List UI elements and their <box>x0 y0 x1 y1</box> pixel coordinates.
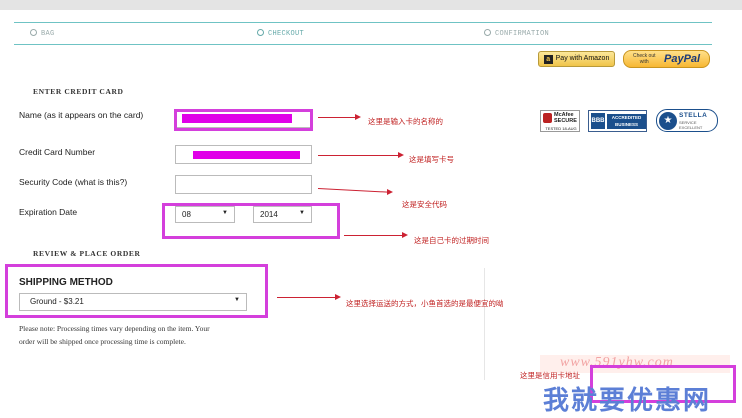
expiration-month-value: 08 <box>182 210 191 219</box>
card-number-redaction <box>193 151 300 159</box>
shipping-arrow-icon <box>335 294 341 300</box>
mcafee-secure-text: SECURE <box>554 118 577 124</box>
review-heading: REVIEW & PLACE ORDER <box>33 249 141 258</box>
credit-card-heading: ENTER CREDIT CARD <box>33 87 124 96</box>
mcafee-date: TESTED 18-AUG <box>545 126 577 131</box>
name-label: Name (as it appears on the card) <box>19 110 144 120</box>
processing-note: Please note: Processing times vary depen… <box>19 322 279 348</box>
shipping-method-title: SHIPPING METHOD <box>19 277 113 288</box>
step-checkout-icon <box>257 29 264 36</box>
name-arrow-line <box>318 117 355 118</box>
step-checkout[interactable]: CHECKOUT <box>257 29 304 38</box>
step-confirmation-icon <box>484 29 491 36</box>
chevron-down-icon: ▼ <box>222 210 228 216</box>
card-number-label: Credit Card Number <box>19 147 96 157</box>
step-bag-icon <box>30 29 37 36</box>
step-confirmation-label: CONFIRMATION <box>495 30 550 38</box>
bbb-business-text: BUSINESS <box>614 122 638 127</box>
paypal-checkout-button[interactable]: Check out with PayPal <box>623 50 710 68</box>
name-redaction <box>182 114 292 123</box>
shipping-method-select[interactable]: Ground - $3.21 ▼ <box>19 293 247 311</box>
security-code-input[interactable] <box>175 175 312 194</box>
bbb-accredited-badge: BBB ACCREDITED BUSINESS <box>588 110 647 132</box>
step-checkout-label: CHECKOUT <box>268 30 305 38</box>
security-arrow-icon <box>387 189 393 195</box>
shipping-method-value: Ground - $3.21 <box>30 297 84 306</box>
security-code-label: Security Code (what is this?) <box>19 177 128 187</box>
name-arrow-icon <box>355 114 361 120</box>
security-arrow-line <box>317 188 388 193</box>
bbb-logo-icon: BBB <box>591 113 605 129</box>
stella-service-badge: ★ STELLA SERVICE EXCELLENT <box>656 109 718 132</box>
processing-note-line2: order will be shipped once processing ti… <box>19 337 186 346</box>
expiration-month-select[interactable]: 08 ▼ <box>175 206 235 223</box>
stella-name: STELLA <box>679 112 708 119</box>
steps-top-border <box>14 22 712 23</box>
chevron-down-icon: ▼ <box>234 297 240 303</box>
number-arrow-icon <box>398 152 404 158</box>
amazon-button-label: Pay with Amazon <box>555 55 610 62</box>
shipping-annotation: 这里选择运送的方式，小鱼首选的是最便宜的呦 <box>346 299 504 308</box>
stella-excellent-text: EXCELLENT <box>679 125 703 130</box>
step-bag-label: BAG <box>41 30 55 38</box>
expiration-arrow-line <box>344 235 402 236</box>
top-bar <box>0 0 742 10</box>
watermark-site: 我就要优惠网 <box>543 385 712 415</box>
star-icon: ★ <box>659 112 677 130</box>
paypal-with-text: with <box>639 59 649 65</box>
expiration-label: Expiration Date <box>19 207 78 217</box>
name-annotation: 这里是输入卡的名称的 <box>368 117 443 126</box>
number-arrow-line <box>318 155 398 156</box>
steps-bottom-border <box>14 44 712 45</box>
expiration-arrow-icon <box>402 232 408 238</box>
amazon-logo-icon: a <box>543 55 553 64</box>
step-confirmation[interactable]: CONFIRMATION <box>484 29 549 38</box>
expiration-annotation: 这是自己卡的过期时间 <box>414 236 489 245</box>
step-bag[interactable]: BAG <box>30 29 55 38</box>
paypal-logo: PayPal <box>664 53 701 65</box>
shipping-arrow-line <box>277 297 335 298</box>
number-annotation: 这是填写卡号 <box>409 155 454 164</box>
mcafee-secure-badge: McAfee SECURE TESTED 18-AUG <box>540 110 580 132</box>
bbb-accredited-text: ACCREDITED <box>611 115 642 120</box>
security-annotation: 这是安全代码 <box>402 200 447 209</box>
pay-with-amazon-button[interactable]: a Pay with Amazon <box>538 51 615 67</box>
mcafee-shield-icon <box>543 113 552 123</box>
expiration-year-select[interactable]: 2014 ▼ <box>253 206 312 223</box>
chevron-down-icon: ▼ <box>299 210 305 216</box>
column-divider <box>484 268 485 380</box>
expiration-year-value: 2014 <box>260 210 278 219</box>
processing-note-line1: Please note: Processing times vary depen… <box>19 324 210 333</box>
